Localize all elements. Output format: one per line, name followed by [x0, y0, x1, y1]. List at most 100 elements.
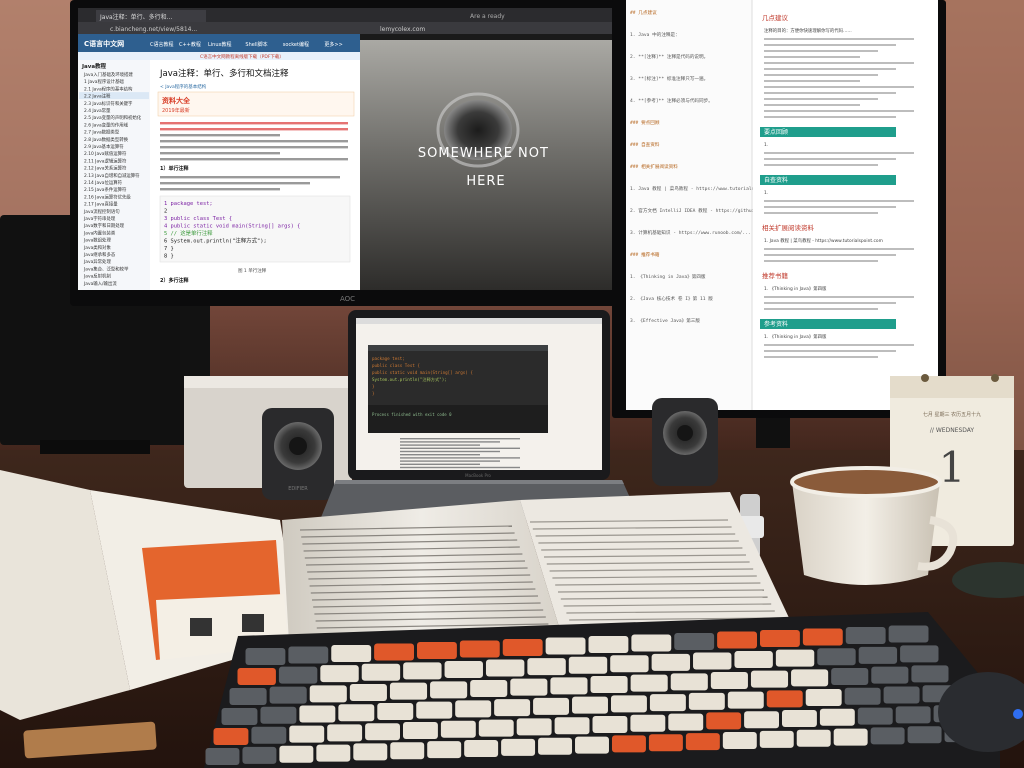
sidebar-item[interactable]: 2.12 Java关系运算符 [84, 165, 127, 172]
sidebar-item[interactable]: Java数组处理 [83, 237, 111, 244]
sidebar-item[interactable]: Java输入/输出流 [83, 280, 117, 287]
sidebar-item[interactable]: Java内置包装类 [83, 229, 116, 236]
photo-site-screen: Are a ready lemycolex.com SOMEWHERE NOT … [360, 8, 612, 290]
sidebar-item[interactable]: 2.8 Java数据类型转换 [84, 136, 129, 143]
sidebar-item[interactable]: 2.10 Java赋值运算符 [84, 150, 127, 157]
keycap [568, 656, 608, 674]
sidebar-item[interactable]: 2.9 Java基本运算符 [84, 143, 124, 150]
sidebar-item[interactable]: 2.16 Java运算符优先级 [84, 193, 131, 200]
keycap [588, 636, 629, 653]
keycap [833, 728, 868, 746]
sidebar-item[interactable]: 2.5 Java变量的声明和初始化 [84, 114, 142, 121]
text-line [764, 110, 914, 112]
keycap [685, 733, 720, 751]
text-line [160, 188, 280, 191]
keycap [590, 676, 628, 693]
keycap [805, 689, 842, 707]
keycap [279, 745, 314, 763]
sidebar-item[interactable]: Java集合、泛型和枚举 [83, 265, 129, 272]
code-line: 5 // 这是单行注释 [164, 229, 213, 237]
sidebar-item[interactable]: 2.17 Java直接量 [84, 201, 118, 208]
site-nav-link[interactable]: C++教程 [179, 41, 201, 48]
keycap [242, 746, 277, 764]
text-line [764, 86, 914, 88]
sidebar-item[interactable]: 2.4 Java常量 [84, 107, 111, 114]
keycap [554, 717, 590, 735]
keycap [237, 668, 276, 685]
keycap [365, 723, 400, 741]
text-line [160, 140, 348, 143]
site-nav-link[interactable]: socket编程 [283, 41, 309, 48]
keycap [592, 716, 628, 733]
site-nav-link[interactable]: Linux教程 [208, 41, 231, 48]
sidebar-item[interactable]: 2.3 Java标识符和关键字 [84, 100, 133, 107]
text-line [160, 152, 280, 155]
text-line [400, 463, 480, 465]
keycap [309, 685, 347, 703]
section-body: 1. Java 教程 | 菜鸟教程 - https://www.tutorial… [764, 237, 883, 244]
keycap [734, 651, 773, 669]
sidebar-item[interactable]: Java字符串处理 [83, 215, 116, 222]
site-nav-link[interactable]: Shell脚本 [245, 41, 267, 48]
keycap [759, 730, 794, 748]
markdown-preview [753, 0, 938, 410]
sidebar-item[interactable]: 2.15 Java条件运算符 [84, 186, 127, 193]
text-line [400, 460, 500, 462]
text-line [764, 308, 878, 310]
keycap [911, 665, 949, 683]
sidebar-item[interactable]: 2.13 Java自增和自减运算符 [84, 172, 140, 179]
speaker-brand: EDIFIER [288, 486, 308, 492]
laptop-menubar [356, 318, 602, 324]
sidebar-item[interactable]: 2.6 Java变量的作用域 [84, 121, 129, 128]
keycap [353, 743, 388, 761]
sidebar-item[interactable]: 1 Java程序设计基础 [84, 78, 124, 85]
text-line [764, 98, 878, 100]
keycap [871, 666, 909, 684]
keycap [289, 725, 325, 743]
ide-code-line: public static void main(String[] args) { [372, 370, 473, 375]
keycap [766, 690, 803, 708]
sidebar-item[interactable]: 2.11 Java逻辑运算符 [84, 157, 127, 164]
keycap [459, 640, 500, 658]
sidebar-item[interactable]: Java入门基础及环境搭建 [83, 71, 133, 78]
site-logo[interactable]: C语言中文网 [84, 39, 124, 48]
keycap [245, 648, 286, 665]
keycap [377, 702, 414, 720]
keycap [693, 652, 732, 670]
keycap [331, 645, 372, 662]
keycap [651, 653, 691, 671]
sidebar-item[interactable]: Java异常处理 [83, 258, 111, 265]
keycap [502, 639, 543, 656]
sidebar-item[interactable]: 2.1 Java程序的基本结构 [84, 85, 133, 92]
sidebar-item[interactable]: Java数字和日期处理 [83, 222, 125, 229]
sidebar-item[interactable]: Java类和对象 [83, 244, 111, 251]
qr-code-1 [190, 618, 212, 636]
text-line [400, 441, 500, 443]
sidebar-item[interactable]: 2.7 Java数据类型 [84, 129, 120, 136]
sidebar-item[interactable]: Java反射机制 [83, 273, 111, 280]
keycap [416, 701, 453, 719]
keycap [316, 744, 351, 762]
keycap [538, 737, 573, 755]
text-line [764, 104, 860, 106]
keycap [727, 691, 764, 709]
markdown-editor[interactable] [626, 0, 752, 410]
site-nav-link[interactable]: 更多>> [324, 41, 342, 48]
sidebar-item[interactable]: Java流程控制语句 [83, 208, 120, 215]
article-breadcrumb[interactable]: < Java程序的基本结构 [160, 83, 207, 90]
keycap [858, 646, 898, 664]
sidebar-item[interactable]: Java继承和多态 [83, 251, 116, 258]
keycap [610, 695, 647, 713]
section-heading: 几点建议 [762, 13, 789, 22]
site-nav-link[interactable]: C语言教程 [150, 41, 174, 48]
section-body: 1. 《Thinking in Java》第四版 [764, 333, 827, 340]
markdown-line: 1. Java 中的注释是： [630, 31, 680, 38]
keycap [403, 722, 438, 739]
text-line [764, 200, 914, 202]
text-line [764, 254, 896, 256]
keycap [440, 720, 476, 738]
code-line: 7 } [164, 246, 174, 252]
sidebar-item[interactable]: 2.14 Java位运算符 [84, 179, 123, 186]
sidebar-item[interactable]: 2.2 Java注释 [84, 93, 111, 100]
keycap [674, 633, 715, 650]
